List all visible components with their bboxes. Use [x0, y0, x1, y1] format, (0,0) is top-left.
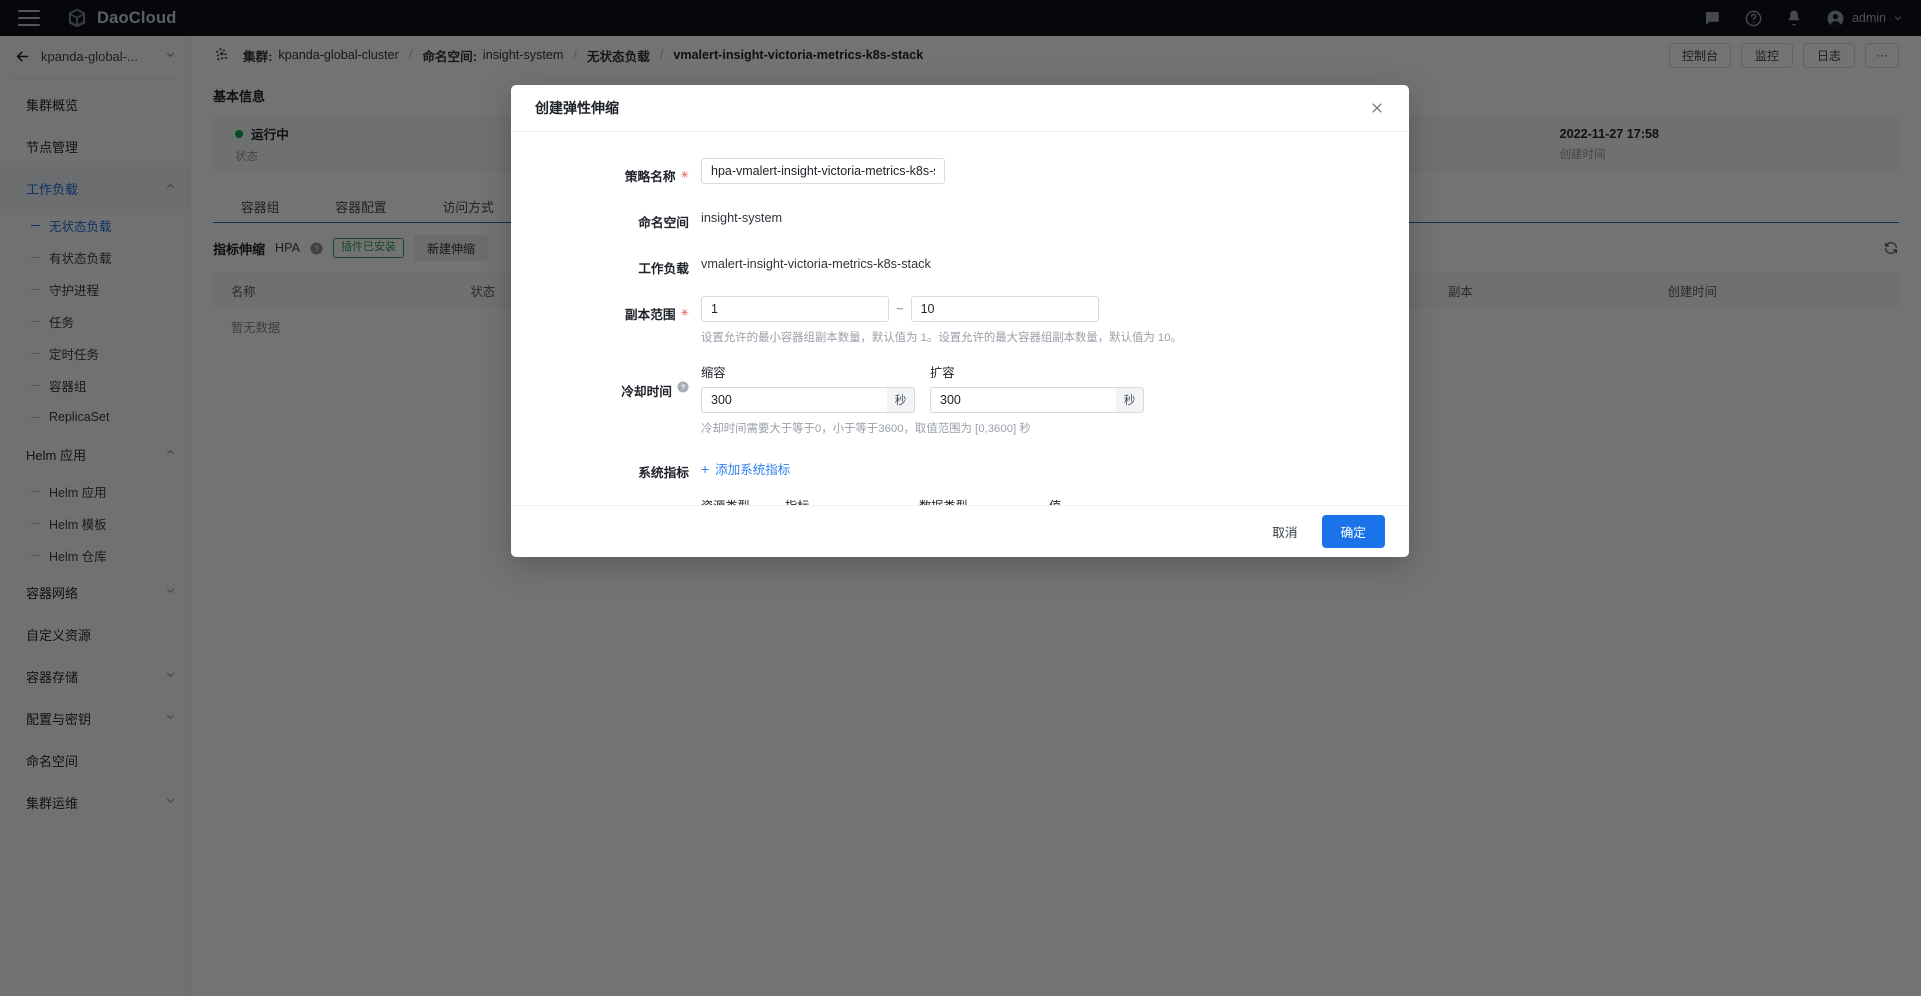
- close-icon[interactable]: [1369, 100, 1385, 116]
- field-replica-range: 副本范围 ✳ ~ 设置允许的最小容器组副本数量，默认值为 1。设置允许的最大容器…: [511, 296, 1409, 345]
- help-icon[interactable]: ?: [677, 381, 689, 393]
- system-metric-label: 系统指标: [638, 466, 689, 480]
- cooldown-scale-up-input[interactable]: [930, 387, 1116, 413]
- svg-text:?: ?: [681, 385, 685, 392]
- cooldown-scale-up-group: 扩容 秒: [930, 363, 1144, 413]
- range-separator: ~: [896, 301, 904, 316]
- policy-name-label-wrap: 策略名称 ✳: [511, 158, 701, 186]
- namespace-control: insight-system: [701, 204, 1409, 225]
- plus-icon: +: [701, 460, 710, 477]
- confirm-button[interactable]: 确定: [1321, 515, 1385, 548]
- system-metric-label-wrap: 系统指标: [511, 454, 701, 482]
- col-value: 值: [1049, 496, 1061, 505]
- policy-name-input[interactable]: [701, 158, 945, 184]
- field-system-metrics: 系统指标 + 添加系统指标: [511, 454, 1409, 482]
- cooldown-scale-down-field: 秒: [701, 387, 915, 413]
- cooldown-scale-down-label: 缩容: [701, 366, 726, 380]
- cooldown-hint: 冷却时间需要大于等于0，小于等于3600，取值范围为 [0,3600] 秒: [701, 423, 1031, 435]
- col-data-type: 数据类型: [919, 496, 1038, 505]
- replica-label-wrap: 副本范围 ✳: [511, 296, 701, 324]
- workload-label: 工作负载: [638, 262, 689, 276]
- replica-hint: 设置允许的最小容器组副本数量，默认值为 1。设置允许的最大容器组副本数量，默认值…: [701, 332, 1182, 344]
- custom-metric-control: 资源类型 指标 数据类型 值 Pods: [701, 496, 1409, 505]
- col-resource-type: 资源类型: [701, 496, 774, 505]
- workload-value: vmalert-insight-victoria-metrics-k8s-sta…: [701, 257, 931, 271]
- replica-inputs: ~: [701, 296, 1409, 322]
- add-system-metric-button[interactable]: + 添加系统指标: [701, 459, 790, 478]
- field-cooldown: 冷却时间 ? 缩容 秒: [511, 363, 1409, 436]
- modal-footer: 取消 确定: [511, 505, 1409, 557]
- system-metric-control: + 添加系统指标: [701, 454, 1409, 479]
- replica-control: ~ 设置允许的最小容器组副本数量，默认值为 1。设置允许的最大容器组副本数量，默…: [701, 296, 1409, 345]
- cooldown-control: 缩容 秒 扩容 秒: [701, 363, 1409, 436]
- add-system-metric-label: 添加系统指标: [715, 463, 791, 477]
- app-root: DaoCloud admin: [0, 0, 1921, 996]
- custom-metric-columns: 资源类型 指标 数据类型 值: [701, 496, 1409, 505]
- policy-name-label: 策略名称: [624, 170, 676, 184]
- cooldown-scale-up-field: 秒: [930, 387, 1144, 413]
- cooldown-scale-down-group: 缩容 秒: [701, 363, 915, 413]
- replica-max-input[interactable]: [910, 296, 1099, 322]
- workload-control: vmalert-insight-victoria-metrics-k8s-sta…: [701, 250, 1409, 271]
- cooldown-groups: 缩容 秒 扩容 秒: [701, 363, 1409, 413]
- policy-name-control: [701, 158, 1409, 184]
- namespace-label: 命名空间: [638, 216, 689, 230]
- cooldown-label: 冷却时间: [621, 385, 672, 399]
- field-custom-metrics: 自定义指标 资源类型 指标 数据类型 值 Pods: [511, 496, 1409, 505]
- field-policy-name: 策略名称 ✳: [511, 158, 1409, 186]
- field-workload: 工作负载 vmalert-insight-victoria-metrics-k8…: [511, 250, 1409, 278]
- replica-label: 副本范围: [624, 308, 676, 322]
- modal-body: 策略名称 ✳ 命名空间 insight-system 工作负载: [511, 132, 1409, 505]
- col-metric: 指标: [785, 496, 908, 505]
- cancel-button[interactable]: 取消: [1260, 516, 1309, 547]
- required-marker: ✳: [680, 169, 689, 181]
- cooldown-unit: 秒: [1116, 387, 1144, 413]
- namespace-label-wrap: 命名空间: [511, 204, 701, 232]
- custom-metric-label-wrap: 自定义指标: [511, 496, 701, 505]
- modal-title: 创建弹性伸缩: [535, 100, 619, 116]
- cooldown-unit: 秒: [887, 387, 915, 413]
- create-hpa-modal: 创建弹性伸缩 策略名称 ✳ 命名空间: [511, 85, 1409, 557]
- modal-header: 创建弹性伸缩: [511, 85, 1409, 132]
- cooldown-scale-down-input[interactable]: [701, 387, 887, 413]
- required-marker: ✳: [680, 307, 689, 319]
- cooldown-label-wrap: 冷却时间 ?: [511, 363, 701, 399]
- workload-label-wrap: 工作负载: [511, 250, 701, 278]
- field-namespace: 命名空间 insight-system: [511, 204, 1409, 232]
- cooldown-scale-up-label: 扩容: [930, 366, 955, 380]
- namespace-value: insight-system: [701, 211, 783, 225]
- replica-min-input[interactable]: [701, 296, 889, 322]
